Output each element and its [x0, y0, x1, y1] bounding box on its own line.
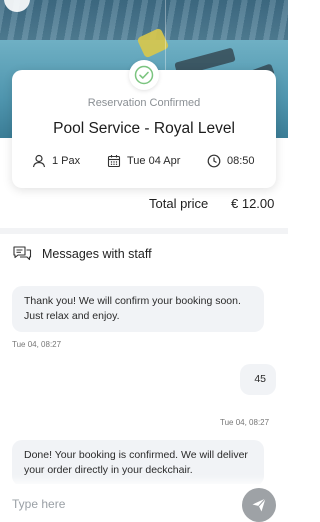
- person-icon: [32, 154, 46, 168]
- send-icon: [252, 498, 266, 512]
- message-input[interactable]: Type here: [12, 497, 65, 511]
- total-price-label: Total price: [149, 196, 209, 211]
- pax-count: 1 Pax: [52, 155, 81, 167]
- check-icon: [134, 65, 154, 85]
- confirmed-badge: [129, 60, 159, 90]
- section-divider: [0, 228, 288, 234]
- message-timestamp: Tue 04, 08:27: [12, 340, 62, 349]
- pax-info: 1 Pax: [32, 154, 80, 168]
- staff-message: Thank you! We will confirm your booking …: [12, 286, 264, 332]
- calendar-icon: [107, 155, 121, 168]
- chat-icon: [13, 246, 32, 261]
- total-price-value: € 12.00: [231, 196, 275, 211]
- messages-title: Messages with staff: [42, 247, 152, 261]
- send-button[interactable]: [242, 488, 276, 522]
- staff-message: Done! Your booking is confirmed. We will…: [12, 440, 264, 486]
- reservation-status: Reservation Confirmed: [87, 97, 201, 109]
- reservation-details: 1 Pax Tue 04 Apr 08:50: [12, 154, 276, 170]
- message-timestamp: Tue 04, 08:27: [220, 418, 270, 427]
- time-info: 08:50: [207, 154, 255, 168]
- clock-icon: [207, 154, 221, 168]
- service-title: Pool Service - Royal Level: [53, 120, 235, 137]
- user-message: 45: [240, 364, 276, 395]
- messages-header: Messages with staff: [12, 243, 152, 265]
- total-price-row: Total price € 12.00: [0, 194, 288, 214]
- reservation-date: Tue 04 Apr: [127, 155, 181, 167]
- date-info: Tue 04 Apr: [107, 154, 180, 168]
- reservation-time: 08:50: [227, 155, 255, 167]
